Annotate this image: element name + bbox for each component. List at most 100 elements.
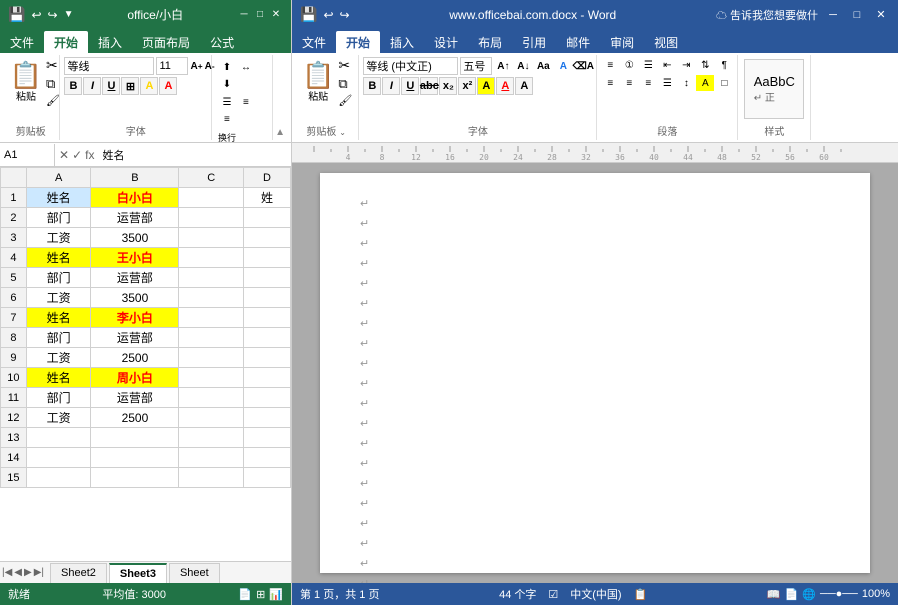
excel-sheet-nav-last[interactable]: ▶| <box>34 567 44 578</box>
word-line[interactable]: ↵ <box>360 513 830 533</box>
word-line[interactable]: ↵ <box>360 473 830 493</box>
word-copy-btn[interactable]: ⧉ <box>338 76 352 92</box>
word-proofing-icon[interactable]: ☑ <box>548 588 558 601</box>
excel-cell-b14[interactable] <box>91 448 179 468</box>
excel-border-btn[interactable]: ⊞ <box>121 77 139 95</box>
excel-fill-btn[interactable]: A <box>140 77 158 95</box>
excel-tab-insert[interactable]: 插入 <box>88 31 132 53</box>
excel-col-b-header[interactable]: B <box>91 168 179 188</box>
excel-redo-icon[interactable]: ↪ <box>48 8 58 22</box>
excel-align-top-btn[interactable]: ⬆ <box>218 59 236 75</box>
word-shading-btn[interactable]: A <box>696 75 714 91</box>
word-tab-mail[interactable]: 邮件 <box>556 31 600 53</box>
word-print-view-btn[interactable]: 📄 <box>785 588 799 601</box>
word-text-effects-btn[interactable]: A <box>554 57 572 75</box>
excel-col-c-header[interactable]: C <box>179 168 244 188</box>
excel-cell-b5[interactable]: 运营部 <box>91 268 179 288</box>
excel-cell-a9[interactable]: 工资 <box>26 348 91 368</box>
excel-cell-c3[interactable] <box>179 228 244 248</box>
word-line[interactable]: ↵ <box>360 453 830 473</box>
excel-cell-a7[interactable]: 姓名 <box>26 308 91 328</box>
excel-cell-b11[interactable]: 运营部 <box>91 388 179 408</box>
excel-tab-home[interactable]: 开始 <box>44 31 88 53</box>
excel-paste-btn[interactable]: 📋 粘贴 <box>8 60 44 105</box>
excel-tab-file[interactable]: 文件 <box>0 31 44 53</box>
word-numbering-btn[interactable]: ① <box>620 57 638 73</box>
word-tab-design[interactable]: 设计 <box>424 31 468 53</box>
word-tab-view[interactable]: 视图 <box>644 31 688 53</box>
excel-tab-pagelayout[interactable]: 页面布局 <box>132 31 200 53</box>
word-help-btn[interactable]: ☁ 吿诉我您想要做什 <box>716 7 818 23</box>
word-line-spacing-btn[interactable]: ↕ <box>677 75 695 91</box>
excel-name-box[interactable]: A1 <box>0 144 55 166</box>
excel-cell-a13[interactable] <box>26 428 91 448</box>
excel-cell-d5[interactable] <box>244 268 291 288</box>
word-decrease-indent-btn[interactable]: ⇤ <box>658 57 676 73</box>
word-line[interactable]: ↵ <box>360 373 830 393</box>
excel-cell-b1[interactable]: 白小白 <box>91 188 179 208</box>
word-undo-icon[interactable]: ↩ <box>323 8 333 22</box>
excel-bold-btn[interactable]: B <box>64 77 82 95</box>
excel-cell-a10[interactable]: 姓名 <box>26 368 91 388</box>
excel-cut-btn[interactable]: ✂ <box>46 57 60 74</box>
excel-sheet-tab-sheet3[interactable]: Sheet3 <box>109 563 167 583</box>
excel-font-color-btn[interactable]: A <box>159 77 177 95</box>
excel-cell-c7[interactable] <box>179 308 244 328</box>
excel-font-name-input[interactable] <box>64 57 154 75</box>
excel-cell-b9[interactable]: 2500 <box>91 348 179 368</box>
excel-cell-a12[interactable]: 工资 <box>26 408 91 428</box>
word-close-btn[interactable]: ✕ <box>872 6 890 24</box>
excel-cell-a15[interactable] <box>26 468 91 488</box>
excel-fx-icon[interactable]: fx <box>85 148 94 162</box>
word-font-dec-btn[interactable]: A↓ <box>514 57 532 75</box>
excel-cell-c6[interactable] <box>179 288 244 308</box>
excel-underline-btn[interactable]: U <box>102 77 120 95</box>
word-cut-btn[interactable]: ✂ <box>338 57 352 74</box>
word-font-size-input[interactable] <box>460 57 492 75</box>
word-font-inc-btn[interactable]: A↑ <box>494 57 512 75</box>
excel-status-icon2[interactable]: ⊞ <box>256 588 265 601</box>
excel-cell-b12[interactable]: 2500 <box>91 408 179 428</box>
excel-cell-a4[interactable]: 姓名 <box>26 248 91 268</box>
excel-cell-d3[interactable] <box>244 228 291 248</box>
word-underline-btn[interactable]: U <box>401 77 419 95</box>
word-restore-btn[interactable]: □ <box>848 6 866 24</box>
excel-cell-d11[interactable] <box>244 388 291 408</box>
word-line[interactable]: ↵ <box>360 253 830 273</box>
word-bold-btn[interactable]: B <box>363 77 381 95</box>
word-bullets-btn[interactable]: ≡ <box>601 57 619 73</box>
excel-cell-c15[interactable] <box>179 468 244 488</box>
word-line[interactable]: ↵ <box>360 313 830 333</box>
word-increase-indent-btn[interactable]: ⇥ <box>677 57 695 73</box>
word-font-bg-btn[interactable]: A <box>515 77 533 95</box>
word-style-preview[interactable]: AaBbC ↵ 正 <box>744 59 804 119</box>
excel-cancel-icon[interactable]: ✕ <box>59 148 69 162</box>
excel-tab-formula[interactable]: 公式 <box>200 31 244 53</box>
excel-cell-b6[interactable]: 3500 <box>91 288 179 308</box>
excel-confirm-icon[interactable]: ✓ <box>72 148 82 162</box>
word-line[interactable]: ↵ <box>360 573 830 583</box>
word-line[interactable]: ↵ <box>360 333 830 353</box>
excel-cell-a8[interactable]: 部门 <box>26 328 91 348</box>
word-align-center-btn[interactable]: ≡ <box>620 75 638 91</box>
word-clear-format-btn[interactable]: Aa <box>534 57 552 75</box>
excel-cell-c14[interactable] <box>179 448 244 468</box>
excel-sheet-tab-sheet2[interactable]: Sheet2 <box>50 563 107 583</box>
excel-align-center-btn[interactable]: ≡ <box>237 94 255 110</box>
excel-cell-c9[interactable] <box>179 348 244 368</box>
word-doc-area[interactable]: ↵↵↵↵↵↵↵↵↵↵↵↵↵↵↵↵↵↵↵↵ <box>292 163 898 583</box>
word-strikethrough-btn[interactable]: abc <box>420 77 438 95</box>
excel-cell-c1[interactable] <box>179 188 244 208</box>
word-multilevel-btn[interactable]: ☰ <box>639 57 657 73</box>
word-line[interactable]: ↵ <box>360 533 830 553</box>
word-paste-btn[interactable]: 📋 粘贴 <box>300 60 336 105</box>
excel-cell-d1[interactable]: 姓 <box>244 188 291 208</box>
word-minimize-btn[interactable]: ─ <box>824 6 842 24</box>
excel-cell-c12[interactable] <box>179 408 244 428</box>
excel-font-size-input[interactable] <box>156 57 188 75</box>
excel-cell-b4[interactable]: 王小白 <box>91 248 179 268</box>
excel-restore-btn[interactable]: □ <box>253 8 267 22</box>
excel-cell-a11[interactable]: 部门 <box>26 388 91 408</box>
word-line[interactable]: ↵ <box>360 193 830 213</box>
excel-cell-c13[interactable] <box>179 428 244 448</box>
